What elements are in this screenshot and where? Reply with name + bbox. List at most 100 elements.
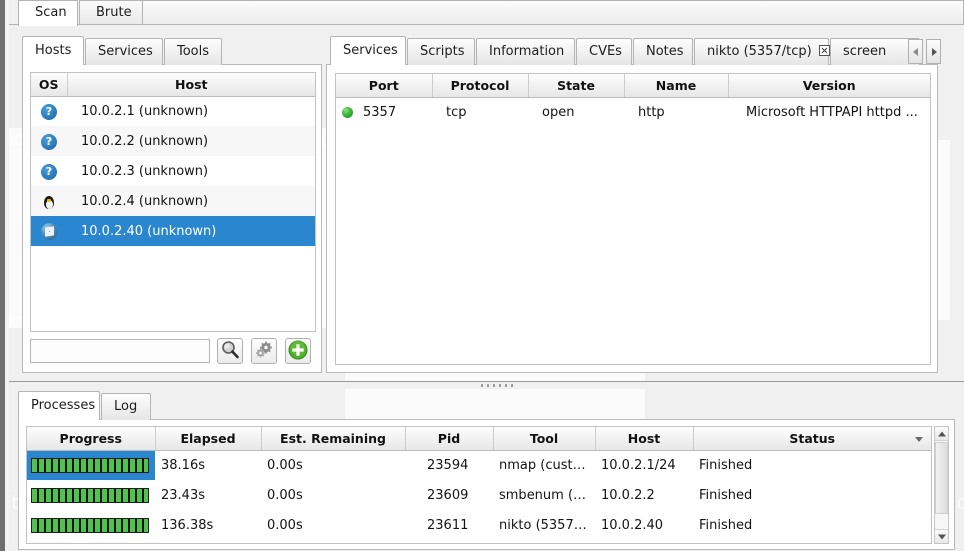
host-filter-input[interactable] [30, 339, 210, 363]
search-button[interactable] [217, 338, 243, 364]
tab-information[interactable]: Information [476, 38, 575, 65]
process-status-cell: Finished [693, 480, 931, 510]
legion-main-window: ed hosts.png hard scan.png on start.png … [0, 0, 964, 551]
table-row[interactable]: ? 10.0.2.3 (unknown) [31, 156, 315, 186]
settings-button[interactable] [251, 338, 277, 364]
tab-tools[interactable]: Tools [164, 38, 222, 65]
host-os-cell [31, 186, 67, 216]
scroll-down-button[interactable] [935, 529, 948, 543]
column-header-protocol[interactable]: Protocol [432, 74, 528, 97]
chevron-down-icon [938, 534, 946, 539]
close-icon[interactable] [819, 45, 830, 56]
process-tool-cell: nikto (5357/... [493, 510, 595, 540]
hosts-panel: OS Host ? 10.0.2.1 (unknown) ? 10.0.2.2 … [22, 64, 322, 373]
tab-hosts[interactable]: Hosts [22, 36, 84, 65]
column-header-port[interactable]: Port [336, 74, 432, 97]
host-name-cell: 10.0.2.4 (unknown) [67, 186, 315, 216]
processes-table-container: Progress Elapsed Est. Remaining Pid Tool… [26, 426, 932, 544]
column-header-est-remaining[interactable]: Est. Remaining [261, 427, 405, 450]
process-host-cell: 10.0.2.2 [595, 480, 693, 510]
table-row[interactable]: 5357 tcp open http Microsoft HTTPAPI htt… [336, 97, 930, 127]
column-header-elapsed[interactable]: Elapsed [155, 427, 261, 450]
process-progress-cell [27, 450, 155, 480]
tab-services[interactable]: Services [85, 38, 163, 65]
horizontal-splitter[interactable] [9, 381, 964, 389]
splitter-handle-dots [481, 384, 517, 387]
column-header-version[interactable]: Version [728, 74, 930, 97]
host-name-cell: 10.0.2.40 (unknown) [67, 216, 315, 246]
tab-scripts[interactable]: Scripts [407, 38, 475, 65]
tab-log[interactable]: Log [101, 393, 151, 420]
progress-bar [31, 518, 149, 533]
window-left-gutter [5, 0, 9, 551]
tab-brute[interactable]: Brute [79, 0, 143, 25]
sort-descending-icon [915, 437, 923, 442]
process-progress-cell [27, 480, 155, 510]
tab-cves[interactable]: CVEs [576, 38, 632, 65]
tab-nikto-label: nikto (5357/tcp) [707, 44, 812, 59]
service-state-cell: open [528, 97, 624, 127]
services-table-header: Port Protocol State Name Version [336, 74, 930, 97]
column-header-pid[interactable]: Pid [405, 427, 493, 450]
service-name-cell: http [624, 97, 728, 127]
scroll-up-button[interactable] [935, 427, 948, 441]
question-icon: ? [41, 134, 57, 150]
progress-bar [31, 488, 149, 503]
process-pid-cell: 23594 [405, 450, 493, 480]
service-port-cell: 5357 [336, 97, 432, 127]
table-row[interactable]: 23.43s 0.00s 23609 smbenum (4... 10.0.2.… [27, 480, 931, 510]
host-os-cell: ? [31, 96, 67, 126]
hosts-table-header: OS Host [31, 73, 315, 96]
linux-icon [41, 193, 57, 210]
tab-processes[interactable]: Processes [18, 391, 100, 420]
process-progress-cell [27, 510, 155, 540]
table-row[interactable]: 10.0.2.4 (unknown) [31, 186, 315, 216]
process-status-cell: Finished [693, 450, 931, 480]
column-header-host[interactable]: Host [67, 73, 315, 96]
column-header-host[interactable]: Host [595, 427, 693, 450]
right-panel-tabbar: Services Scripts Information CVEs Notes … [330, 36, 964, 65]
add-host-button[interactable] [285, 338, 311, 364]
gears-icon [253, 339, 275, 361]
tab-notes[interactable]: Notes [633, 38, 693, 65]
bottom-panel-tabbar: Processes Log [18, 391, 418, 420]
tab-screenshot[interactable]: screen [830, 38, 920, 65]
chevron-right-icon [932, 48, 937, 56]
table-row[interactable]: 10.0.2.40 (unknown) [31, 216, 315, 246]
processes-vertical-scrollbar[interactable] [934, 426, 949, 544]
tab-scroll-right-button[interactable] [926, 39, 941, 64]
hosts-table: OS Host ? 10.0.2.1 (unknown) ? 10.0.2.2 … [31, 73, 315, 246]
host-name-cell: 10.0.2.2 (unknown) [67, 126, 315, 156]
column-header-name[interactable]: Name [624, 74, 728, 97]
tab-services[interactable]: Services [330, 36, 406, 65]
scrollbar-thumb[interactable] [935, 442, 948, 514]
processes-table: Progress Elapsed Est. Remaining Pid Tool… [27, 427, 931, 540]
column-header-tool[interactable]: Tool [493, 427, 595, 450]
process-status-cell: Finished [693, 510, 931, 540]
column-header-progress[interactable]: Progress [27, 427, 155, 450]
host-name-cell: 10.0.2.1 (unknown) [67, 96, 315, 126]
plus-icon [287, 339, 309, 361]
services-table: Port Protocol State Name Version 5357 tc… [336, 74, 930, 127]
column-header-status[interactable]: Status [693, 427, 931, 450]
process-elapsed-cell: 38.16s [155, 450, 261, 480]
table-row[interactable]: 38.16s 0.00s 23594 nmap (custo... 10.0.2… [27, 450, 931, 480]
column-header-status-label: Status [789, 431, 835, 446]
tab-nikto[interactable]: nikto (5357/tcp) [694, 38, 829, 65]
process-host-cell: 10.0.2.40 [595, 510, 693, 540]
process-tool-cell: nmap (custo... [493, 450, 595, 480]
table-row[interactable]: 136.38s 0.00s 23611 nikto (5357/... 10.0… [27, 510, 931, 540]
process-remaining-cell: 0.00s [261, 510, 405, 540]
process-pid-cell: 23609 [405, 480, 493, 510]
column-header-state[interactable]: State [528, 74, 624, 97]
service-version-cell: Microsoft HTTPAPI httpd ... [728, 97, 930, 127]
chevron-left-icon [913, 48, 918, 56]
processes-panel: Progress Elapsed Est. Remaining Pid Tool… [18, 419, 955, 550]
column-header-os[interactable]: OS [31, 73, 67, 96]
tab-scroll-left-button[interactable] [908, 39, 923, 64]
table-row[interactable]: ? 10.0.2.2 (unknown) [31, 126, 315, 156]
tab-scan[interactable]: Scan [18, 0, 78, 26]
process-host-cell: 10.0.2.1/24 [595, 450, 693, 480]
process-remaining-cell: 0.00s [261, 450, 405, 480]
table-row[interactable]: ? 10.0.2.1 (unknown) [31, 96, 315, 126]
